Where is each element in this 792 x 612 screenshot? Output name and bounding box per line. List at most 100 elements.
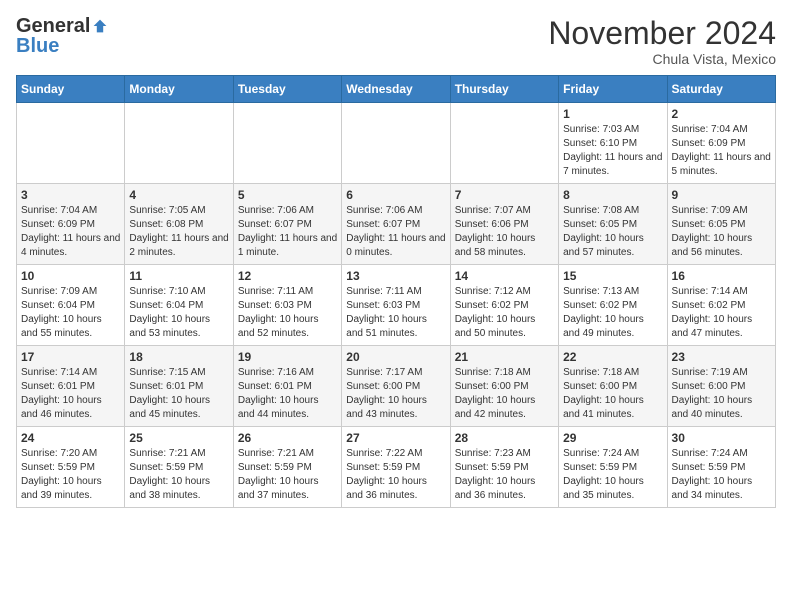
calendar-body: 1Sunrise: 7:03 AMSunset: 6:10 PMDaylight…	[17, 103, 776, 508]
calendar-header-cell: Tuesday	[233, 76, 341, 103]
day-number: 2	[672, 107, 771, 121]
calendar-day-cell: 13 Sunrise: 7:11 AMSunset: 6:03 PMDayligh…	[342, 265, 450, 346]
calendar-day-cell: 20 Sunrise: 7:17 AMSunset: 6:00 PMDayligh…	[342, 346, 450, 427]
day-number: 5	[238, 188, 337, 202]
day-info: Sunrise: 7:11 AMSunset: 6:03 PMDaylight:…	[238, 285, 337, 341]
calendar-week-row: 1Sunrise: 7:03 AMSunset: 6:10 PMDaylight…	[17, 103, 776, 184]
day-info: Sunrise: 7:10 AMSunset: 6:04 PMDaylight:…	[129, 285, 228, 341]
title-block: November 2024 Chula Vista, Mexico	[548, 16, 776, 67]
day-info: Sunrise: 7:07 AMSunset: 6:06 PMDaylight:…	[455, 204, 554, 260]
calendar-day-cell: 14 Sunrise: 7:12 AMSunset: 6:02 PMDayligh…	[450, 265, 558, 346]
day-number: 18	[129, 350, 228, 364]
calendar-day-cell: 9 Sunrise: 7:09 AMSunset: 6:05 PMDaylight…	[667, 184, 775, 265]
day-number: 11	[129, 269, 228, 283]
day-info: Sunrise: 7:21 AMSunset: 5:59 PMDaylight:…	[129, 447, 228, 503]
calendar-day-cell: 5 Sunrise: 7:06 AMSunset: 6:07 PMDaylight…	[233, 184, 341, 265]
day-info: Sunrise: 7:18 AMSunset: 6:00 PMDaylight:…	[455, 366, 554, 422]
calendar-day-cell: 6 Sunrise: 7:06 AMSunset: 6:07 PMDaylight…	[342, 184, 450, 265]
day-number: 22	[563, 350, 662, 364]
day-number: 4	[129, 188, 228, 202]
calendar-day-cell: 8 Sunrise: 7:08 AMSunset: 6:05 PMDaylight…	[559, 184, 667, 265]
day-number: 9	[672, 188, 771, 202]
day-info: Sunrise: 7:06 AMSunset: 6:07 PMDaylight:…	[346, 204, 445, 260]
day-number: 21	[455, 350, 554, 364]
day-number: 29	[563, 431, 662, 445]
day-number: 13	[346, 269, 445, 283]
calendar-day-cell: 7 Sunrise: 7:07 AMSunset: 6:06 PMDaylight…	[450, 184, 558, 265]
day-info: Sunrise: 7:23 AMSunset: 5:59 PMDaylight:…	[455, 447, 554, 503]
day-number: 7	[455, 188, 554, 202]
day-info: Sunrise: 7:08 AMSunset: 6:05 PMDaylight:…	[563, 204, 662, 260]
calendar-day-cell: 15 Sunrise: 7:13 AMSunset: 6:02 PMDayligh…	[559, 265, 667, 346]
day-number: 27	[346, 431, 445, 445]
calendar-header-cell: Thursday	[450, 76, 558, 103]
calendar-week-row: 24 Sunrise: 7:20 AMSunset: 5:59 PMDayligh…	[17, 427, 776, 508]
day-number: 30	[672, 431, 771, 445]
calendar-day-cell: 4Sunrise: 7:05 AMSunset: 6:08 PMDaylight…	[125, 184, 233, 265]
calendar-day-cell	[17, 103, 125, 184]
day-info: Sunrise: 7:17 AMSunset: 6:00 PMDaylight:…	[346, 366, 445, 422]
calendar-day-cell: 27 Sunrise: 7:22 AMSunset: 5:59 PMDayligh…	[342, 427, 450, 508]
day-info: Sunrise: 7:20 AMSunset: 5:59 PMDaylight:…	[21, 447, 120, 503]
day-number: 24	[21, 431, 120, 445]
day-info: Sunrise: 7:19 AMSunset: 6:00 PMDaylight:…	[672, 366, 771, 422]
day-info: Sunrise: 7:11 AMSunset: 6:03 PMDaylight:…	[346, 285, 445, 341]
day-number: 28	[455, 431, 554, 445]
day-info: Sunrise: 7:09 AMSunset: 6:04 PMDaylight:…	[21, 285, 120, 341]
day-number: 26	[238, 431, 337, 445]
calendar-week-row: 10 Sunrise: 7:09 AMSunset: 6:04 PMDayligh…	[17, 265, 776, 346]
calendar-day-cell: 21 Sunrise: 7:18 AMSunset: 6:00 PMDayligh…	[450, 346, 558, 427]
calendar-header-cell: Saturday	[667, 76, 775, 103]
calendar-day-cell: 16Sunrise: 7:14 AMSunset: 6:02 PMDayligh…	[667, 265, 775, 346]
day-info: Sunrise: 7:06 AMSunset: 6:07 PMDaylight:…	[238, 204, 337, 260]
calendar-header-cell: Friday	[559, 76, 667, 103]
calendar-day-cell: 10 Sunrise: 7:09 AMSunset: 6:04 PMDayligh…	[17, 265, 125, 346]
day-info: Sunrise: 7:22 AMSunset: 5:59 PMDaylight:…	[346, 447, 445, 503]
calendar-day-cell: 24 Sunrise: 7:20 AMSunset: 5:59 PMDayligh…	[17, 427, 125, 508]
calendar-day-cell: 1Sunrise: 7:03 AMSunset: 6:10 PMDaylight…	[559, 103, 667, 184]
logo-general-text: General	[16, 16, 90, 36]
day-info: Sunrise: 7:21 AMSunset: 5:59 PMDaylight:…	[238, 447, 337, 503]
day-info: Sunrise: 7:24 AMSunset: 5:59 PMDaylight:…	[563, 447, 662, 503]
day-number: 14	[455, 269, 554, 283]
day-number: 15	[563, 269, 662, 283]
day-number: 8	[563, 188, 662, 202]
day-number: 10	[21, 269, 120, 283]
calendar-day-cell: 28 Sunrise: 7:23 AMSunset: 5:59 PMDayligh…	[450, 427, 558, 508]
day-info: Sunrise: 7:03 AMSunset: 6:10 PMDaylight:…	[563, 123, 662, 179]
day-info: Sunrise: 7:09 AMSunset: 6:05 PMDaylight:…	[672, 204, 771, 260]
calendar-week-row: 3 Sunrise: 7:04 AMSunset: 6:09 PMDaylight…	[17, 184, 776, 265]
calendar-day-cell: 3 Sunrise: 7:04 AMSunset: 6:09 PMDaylight…	[17, 184, 125, 265]
day-info: Sunrise: 7:13 AMSunset: 6:02 PMDaylight:…	[563, 285, 662, 341]
calendar-day-cell: 25 Sunrise: 7:21 AMSunset: 5:59 PMDayligh…	[125, 427, 233, 508]
calendar-day-cell: 30Sunrise: 7:24 AMSunset: 5:59 PMDayligh…	[667, 427, 775, 508]
day-info: Sunrise: 7:16 AMSunset: 6:01 PMDaylight:…	[238, 366, 337, 422]
day-info: Sunrise: 7:12 AMSunset: 6:02 PMDaylight:…	[455, 285, 554, 341]
day-number: 20	[346, 350, 445, 364]
logo-icon	[92, 18, 108, 34]
day-info: Sunrise: 7:14 AMSunset: 6:02 PMDaylight:…	[672, 285, 771, 341]
calendar-day-cell: 22Sunrise: 7:18 AMSunset: 6:00 PMDayligh…	[559, 346, 667, 427]
calendar-day-cell: 18Sunrise: 7:15 AMSunset: 6:01 PMDayligh…	[125, 346, 233, 427]
calendar-day-cell	[342, 103, 450, 184]
location-text: Chula Vista, Mexico	[548, 51, 776, 67]
calendar-header-cell: Monday	[125, 76, 233, 103]
logo-blue-text: Blue	[16, 36, 59, 56]
calendar-day-cell: 11 Sunrise: 7:10 AMSunset: 6:04 PMDayligh…	[125, 265, 233, 346]
day-number: 25	[129, 431, 228, 445]
day-info: Sunrise: 7:14 AMSunset: 6:01 PMDaylight:…	[21, 366, 120, 422]
day-number: 12	[238, 269, 337, 283]
calendar-day-cell	[125, 103, 233, 184]
page-header: General Blue November 2024 Chula Vista, …	[16, 16, 776, 67]
calendar-day-cell: 26 Sunrise: 7:21 AMSunset: 5:59 PMDayligh…	[233, 427, 341, 508]
calendar-day-cell	[233, 103, 341, 184]
day-number: 17	[21, 350, 120, 364]
day-number: 23	[672, 350, 771, 364]
day-number: 19	[238, 350, 337, 364]
day-number: 3	[21, 188, 120, 202]
calendar-table: SundayMondayTuesdayWednesdayThursdayFrid…	[16, 75, 776, 508]
calendar-day-cell: 29 Sunrise: 7:24 AMSunset: 5:59 PMDayligh…	[559, 427, 667, 508]
day-info: Sunrise: 7:04 AMSunset: 6:09 PMDaylight:…	[21, 204, 120, 260]
day-number: 6	[346, 188, 445, 202]
calendar-week-row: 17 Sunrise: 7:14 AMSunset: 6:01 PMDayligh…	[17, 346, 776, 427]
